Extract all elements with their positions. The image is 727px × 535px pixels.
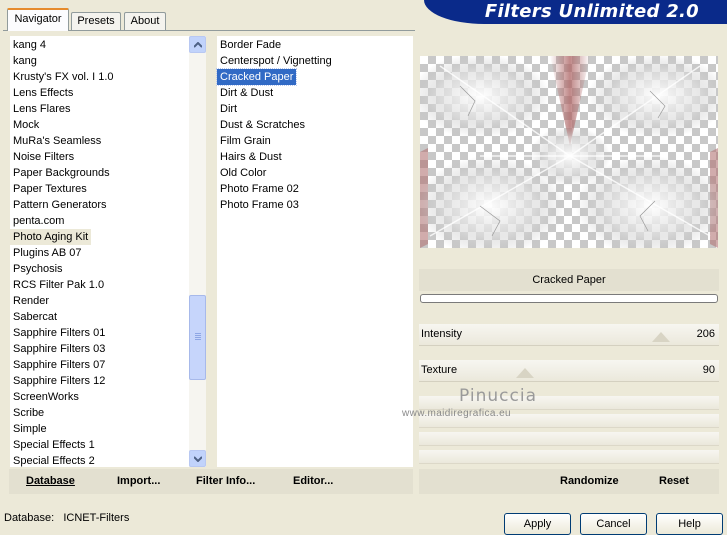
filter-item[interactable]: Photo Frame 02 [217,181,302,197]
filter-item[interactable]: Film Grain [217,133,274,149]
watermark-url: www.maidiregrafica.eu [402,408,511,419]
bottom-toolbar-right: Randomize Reset [419,469,719,494]
app-title: Filters Unlimited 2.0 [484,1,699,22]
status-value: ICNET-Filters [63,512,130,524]
chevron-down-icon [194,456,202,462]
category-item[interactable]: Plugins AB 07 [10,245,85,261]
intensity-label: Intensity [421,328,462,340]
slider-track[interactable] [419,360,719,382]
preview-image [420,56,718,248]
category-item[interactable]: Sapphire Filters 12 [10,373,108,389]
scroll-down-button[interactable] [189,450,206,467]
filter-item[interactable]: Border Fade [217,37,284,53]
category-item[interactable]: Lens Flares [10,101,73,117]
empty-slider-row [419,432,719,446]
filter-item[interactable]: Centerspot / Vignetting [217,53,335,69]
texture-value: 90 [702,364,715,376]
category-item[interactable]: Lens Effects [10,85,76,101]
category-item[interactable]: Noise Filters [10,149,77,165]
intensity-slider[interactable]: Intensity 206 [419,324,719,358]
intensity-thumb[interactable] [652,332,670,342]
apply-button[interactable]: Apply [504,513,571,535]
category-item[interactable]: Mock [10,117,42,133]
category-item[interactable]: Sapphire Filters 07 [10,357,108,373]
category-item[interactable]: penta.com [10,213,67,229]
category-item[interactable]: Simple [10,421,50,437]
tab-navigator[interactable]: Navigator [7,8,69,31]
filter-list[interactable]: Border Fade Centerspot / Vignetting Cracke… [215,36,413,467]
category-item[interactable]: Krusty's FX vol. I 1.0 [10,69,117,85]
header-banner: Filters Unlimited 2.0 [424,0,727,24]
empty-slider-row [419,450,719,464]
category-item[interactable]: RCS Filter Pak 1.0 [10,277,107,293]
category-item[interactable]: MuRa's Seamless [10,133,104,149]
watermark-title: Pinuccia [459,386,537,406]
tab-about[interactable]: About [124,12,166,30]
category-item[interactable]: Special Effects 1 [10,437,98,453]
reset-button[interactable]: Reset [659,475,689,487]
category-item[interactable]: Sapphire Filters 03 [10,341,108,357]
category-item[interactable]: Sabercat [10,309,60,325]
randomize-button[interactable]: Randomize [560,475,619,487]
filter-item[interactable]: Cracked Paper [215,68,298,86]
slider-track[interactable] [419,324,719,346]
import-button[interactable]: Import... [117,475,160,487]
category-item[interactable]: Pattern Generators [10,197,110,213]
chevron-up-icon [194,42,202,48]
category-item[interactable]: Photo Aging Kit [10,229,92,245]
filter-info-button[interactable]: Filter Info... [196,475,255,487]
category-list[interactable]: kang 4 kang Krusty's FX vol. I 1.0 Lens Eff… [10,36,189,467]
filter-item[interactable]: Old Color [217,165,269,181]
category-item[interactable]: Render [10,293,52,309]
cancel-button[interactable]: Cancel [580,513,647,535]
editor-button[interactable]: Editor... [293,475,333,487]
help-button[interactable]: Help [656,513,723,535]
database-button[interactable]: Database [26,475,75,487]
filter-item[interactable]: Photo Frame 03 [217,197,302,213]
tab-presets[interactable]: Presets [71,12,121,30]
progress-bar [420,294,718,303]
status-bar: Database: ICNET-Filters [4,512,129,524]
filter-item[interactable]: Dust & Scratches [217,117,308,133]
filter-item[interactable]: Dirt & Dust [217,85,276,101]
filter-item[interactable]: Dirt [217,101,240,117]
cracked-paper-preview [420,56,718,248]
category-item[interactable]: Sapphire Filters 01 [10,325,108,341]
category-item[interactable]: Special Effects 2 [10,453,98,469]
status-label: Database: [4,512,55,524]
category-item[interactable]: Paper Textures [10,181,90,197]
category-item[interactable]: Paper Backgrounds [10,165,113,181]
filter-item[interactable]: Hairs & Dust [217,149,285,165]
texture-thumb[interactable] [516,368,534,378]
scroll-up-button[interactable] [189,36,206,53]
category-item[interactable]: Psychosis [10,261,66,277]
category-item[interactable]: Scribe [10,405,47,421]
category-item[interactable]: kang [10,53,40,69]
filter-name-display: Cracked Paper [419,269,719,291]
scroll-thumb[interactable] [189,295,206,380]
category-scrollbar[interactable] [189,36,206,467]
category-item[interactable]: ScreenWorks [10,389,82,405]
bottom-toolbar: Database Import... Filter Info... Editor… [9,469,413,494]
texture-label: Texture [421,364,458,376]
intensity-value: 206 [696,328,715,340]
category-item[interactable]: kang 4 [10,37,49,53]
scroll-grip [195,333,201,341]
